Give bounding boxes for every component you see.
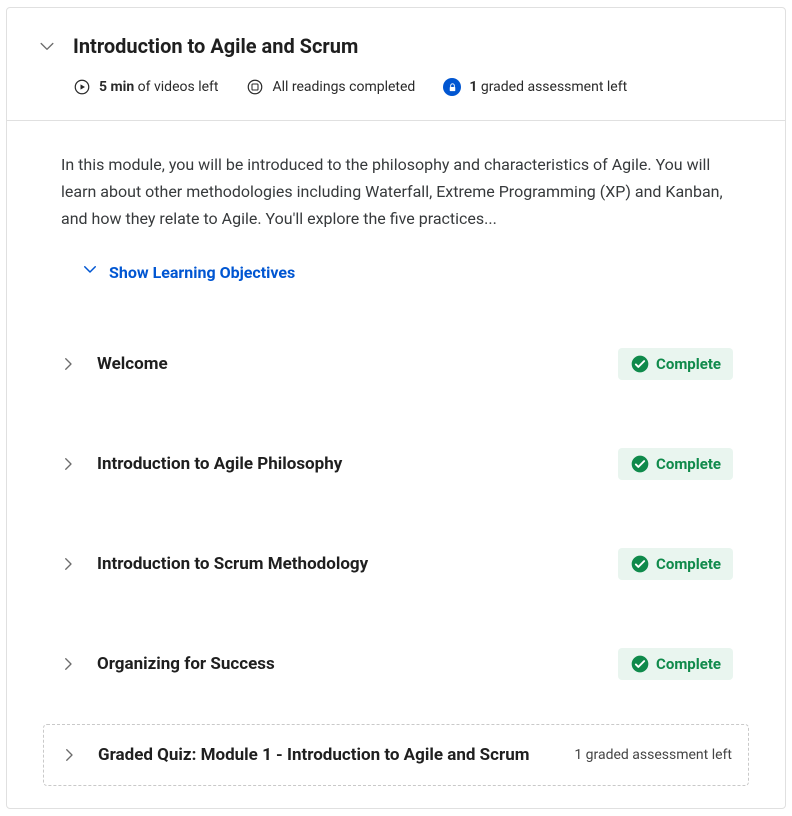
quiz-title: Graded Quiz: Module 1 - Introduction to …	[98, 745, 554, 765]
check-circle-icon	[630, 454, 650, 474]
chevron-right-icon	[59, 455, 77, 473]
check-circle-icon	[630, 354, 650, 374]
chevron-right-icon	[59, 655, 77, 673]
section-row-agile-philosophy[interactable]: Introduction to Agile Philosophy Complet…	[43, 414, 749, 514]
play-circle-icon	[73, 78, 91, 96]
status-label: Complete	[656, 355, 721, 373]
status-label: Complete	[656, 655, 721, 673]
chevron-right-icon	[59, 355, 77, 373]
module-description: In this module, you will be introduced t…	[7, 121, 785, 304]
graded-quiz-row[interactable]: Graded Quiz: Module 1 - Introduction to …	[43, 724, 749, 786]
stat-readings: All readings completed	[246, 78, 415, 96]
lock-icon	[443, 78, 461, 96]
section-title: Organizing for Success	[97, 654, 598, 674]
section-row-organizing-success[interactable]: Organizing for Success Complete	[43, 614, 749, 714]
stat-assessments-text: 1 graded assessment left	[469, 79, 627, 95]
check-circle-icon	[630, 654, 650, 674]
module-card: Introduction to Agile and Scrum 5 min of…	[6, 7, 786, 809]
section-title: Introduction to Agile Philosophy	[97, 454, 598, 474]
module-title: Introduction to Agile and Scrum	[73, 34, 358, 58]
status-badge: Complete	[618, 648, 733, 680]
section-row-welcome[interactable]: Welcome Complete	[43, 314, 749, 414]
stat-videos-text: 5 min of videos left	[99, 79, 218, 95]
section-title: Introduction to Scrum Methodology	[97, 554, 598, 574]
status-badge: Complete	[618, 448, 733, 480]
module-header: Introduction to Agile and Scrum 5 min of…	[7, 8, 785, 121]
section-row-scrum-methodology[interactable]: Introduction to Scrum Methodology Comple…	[43, 514, 749, 614]
show-learning-objectives-label: Show Learning Objectives	[109, 259, 295, 286]
chevron-down-icon	[35, 34, 59, 58]
module-description-text: In this module, you will be introduced t…	[61, 151, 749, 233]
status-label: Complete	[656, 455, 721, 473]
check-circle-icon	[630, 554, 650, 574]
stat-readings-text: All readings completed	[272, 79, 415, 95]
module-stats: 5 min of videos left All readings comple…	[35, 78, 757, 96]
stat-assessments: 1 graded assessment left	[443, 78, 627, 96]
show-learning-objectives[interactable]: Show Learning Objectives	[61, 259, 749, 286]
stat-videos: 5 min of videos left	[73, 78, 218, 96]
section-list: Welcome Complete Introduction to Agile P…	[7, 304, 785, 724]
chevron-right-icon	[59, 555, 77, 573]
section-title: Welcome	[97, 354, 598, 374]
chevron-down-icon	[81, 259, 99, 286]
status-badge: Complete	[618, 548, 733, 580]
module-title-row[interactable]: Introduction to Agile and Scrum	[35, 34, 757, 58]
readings-icon	[246, 78, 264, 96]
chevron-right-icon	[60, 746, 78, 764]
status-label: Complete	[656, 555, 721, 573]
quiz-status: 1 graded assessment left	[574, 747, 732, 763]
status-badge: Complete	[618, 348, 733, 380]
